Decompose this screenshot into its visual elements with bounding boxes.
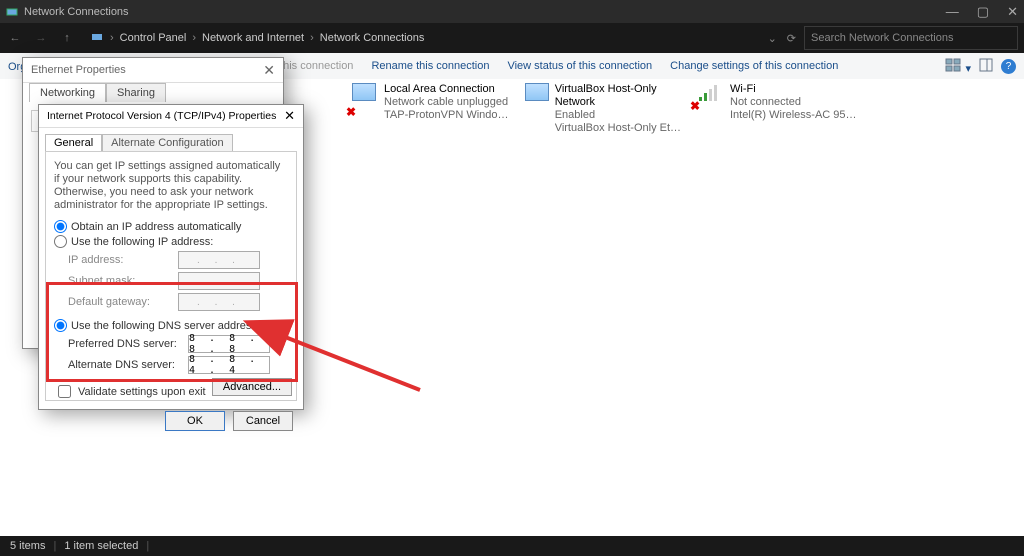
breadcrumb-leaf[interactable]: Network Connections bbox=[320, 32, 425, 44]
tab-alternate-configuration[interactable]: Alternate Configuration bbox=[102, 134, 233, 151]
breadcrumb-dropdown-icon[interactable]: ⌄ bbox=[768, 32, 777, 45]
dialog-title-bar[interactable]: Ethernet Properties ✕ bbox=[23, 58, 283, 83]
cancel-button[interactable]: Cancel bbox=[233, 411, 293, 431]
view-status-button[interactable]: View status of this connection bbox=[507, 60, 652, 72]
validate-checkbox[interactable] bbox=[58, 385, 71, 398]
forward-button[interactable]: → bbox=[32, 32, 50, 44]
tab-general[interactable]: General bbox=[45, 134, 102, 151]
tab-sharing[interactable]: Sharing bbox=[106, 83, 166, 102]
close-icon[interactable]: ✕ bbox=[263, 62, 275, 79]
radio-use-ip[interactable] bbox=[54, 235, 67, 248]
breadcrumb-mid[interactable]: Network and Internet bbox=[202, 32, 304, 44]
connection-list: ✖ Local Area ConnectionNetwork cable unp… bbox=[350, 79, 1024, 139]
ethernet-icon: ✖ bbox=[350, 83, 378, 117]
status-selected-count: 1 item selected bbox=[64, 540, 138, 552]
nav-bar: ← → ↑ › Control Panel › Network and Inte… bbox=[0, 23, 1024, 53]
rename-button[interactable]: Rename this connection bbox=[371, 60, 489, 72]
dialog-title: Internet Protocol Version 4 (TCP/IPv4) P… bbox=[47, 110, 276, 122]
back-button[interactable]: ← bbox=[6, 32, 24, 44]
dialog-title: Ethernet Properties bbox=[31, 64, 126, 76]
help-text: You can get IP settings assigned automat… bbox=[54, 160, 288, 212]
preferred-dns-field[interactable]: 8 . 8 . 8 . 8 bbox=[188, 335, 270, 353]
subnet-mask-field: . . . bbox=[178, 272, 260, 290]
advanced-button[interactable]: Advanced... bbox=[212, 378, 292, 396]
tab-networking[interactable]: Networking bbox=[29, 83, 106, 102]
radio-auto-ip[interactable] bbox=[54, 220, 67, 233]
ipv4-properties-dialog: Internet Protocol Version 4 (TCP/IPv4) P… bbox=[38, 104, 304, 410]
help-icon[interactable]: ? bbox=[1001, 59, 1016, 74]
breadcrumb-root[interactable]: Control Panel bbox=[120, 32, 187, 44]
connection-item[interactable]: ✖ Wi-FiNot connectedIntel(R) Wireless-AC… bbox=[696, 83, 861, 135]
connection-item[interactable]: ✖ Local Area ConnectionNetwork cable unp… bbox=[350, 83, 515, 135]
view-options-icon[interactable]: ▾ bbox=[945, 58, 971, 75]
ok-button[interactable]: OK bbox=[165, 411, 225, 431]
search-input[interactable]: Search Network Connections bbox=[804, 26, 1018, 50]
explorer-window: Network Connections — ▢ ✕ ← → ↑ › Contro… bbox=[0, 0, 1024, 556]
ethernet-icon bbox=[523, 83, 549, 117]
up-button[interactable]: ↑ bbox=[58, 32, 76, 44]
default-gateway-field: . . . bbox=[178, 293, 260, 311]
title-bar[interactable]: Network Connections — ▢ ✕ bbox=[0, 0, 1024, 23]
network-connections-icon bbox=[6, 6, 18, 18]
net-icon bbox=[90, 30, 104, 47]
alternate-dns-field[interactable]: 8 . 8 . 4 . 4 bbox=[188, 356, 270, 374]
ip-address-field: . . . bbox=[178, 251, 260, 269]
change-settings-button[interactable]: Change settings of this connection bbox=[670, 60, 838, 72]
status-bar: 5 items | 1 item selected | bbox=[0, 536, 1024, 556]
refresh-icon[interactable]: ⟳ bbox=[787, 32, 796, 45]
wifi-icon: ✖ bbox=[696, 83, 724, 107]
preview-pane-icon[interactable] bbox=[979, 58, 993, 75]
breadcrumb[interactable]: › Control Panel › Network and Internet ›… bbox=[84, 27, 760, 49]
connection-item[interactable]: VirtualBox Host-Only NetworkEnabledVirtu… bbox=[523, 83, 688, 135]
minimize-button[interactable]: — bbox=[946, 4, 959, 20]
close-button[interactable]: ✕ bbox=[1007, 4, 1018, 20]
dialog-title-bar[interactable]: Internet Protocol Version 4 (TCP/IPv4) P… bbox=[39, 105, 303, 128]
close-icon[interactable]: ✕ bbox=[284, 108, 295, 124]
radio-use-dns[interactable] bbox=[54, 319, 67, 332]
window-title: Network Connections bbox=[24, 6, 946, 18]
maximize-button[interactable]: ▢ bbox=[977, 4, 989, 20]
status-item-count: 5 items bbox=[10, 540, 45, 552]
